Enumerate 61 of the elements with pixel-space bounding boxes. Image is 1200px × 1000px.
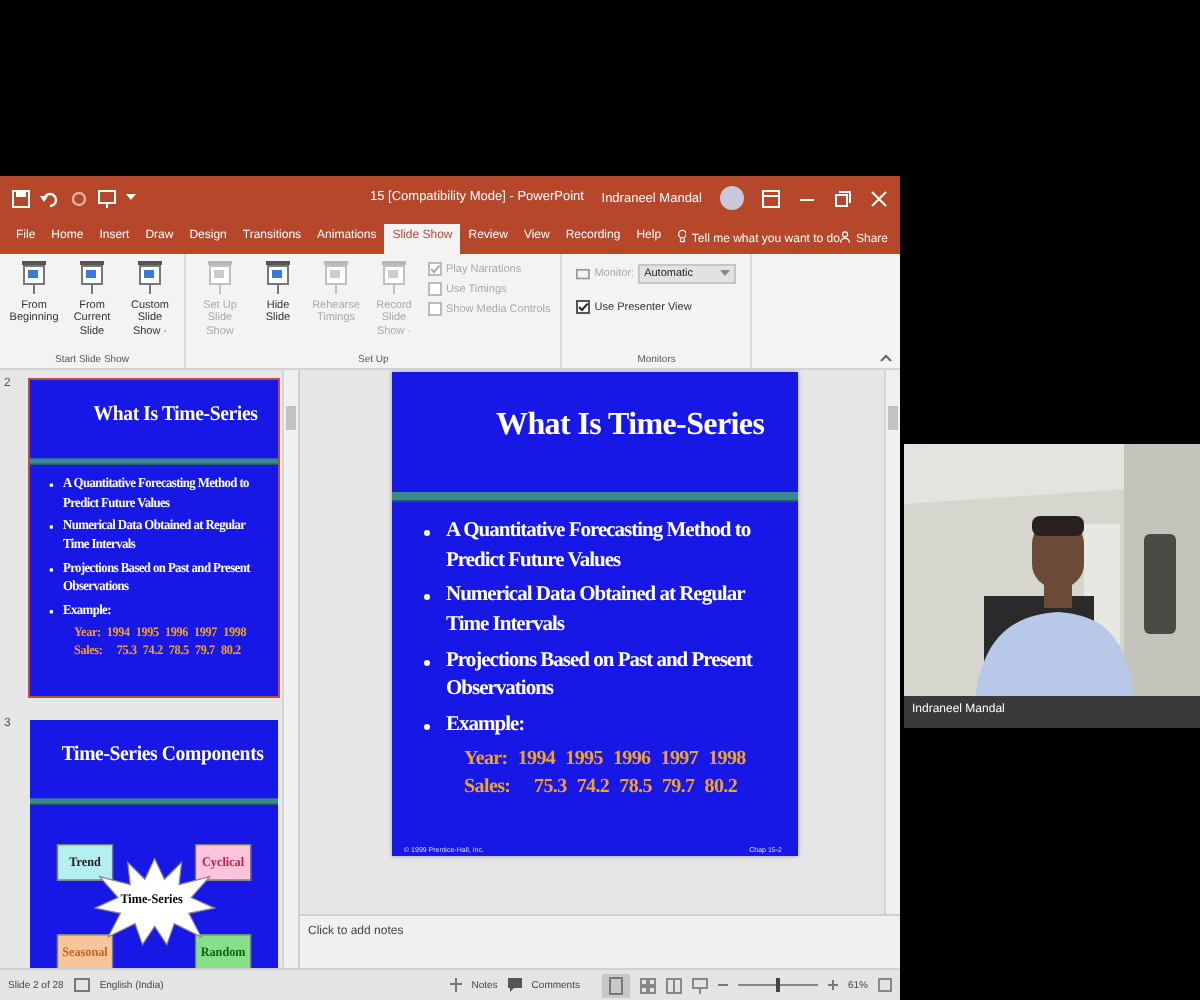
bullet-icon: [49, 567, 54, 572]
example-label: Year:: [464, 747, 508, 770]
screen-icon: [380, 260, 408, 296]
scrollbar[interactable]: [884, 370, 900, 914]
bullet-icon: [49, 483, 54, 488]
avatar-icon[interactable]: [720, 186, 744, 210]
screen-icon: [206, 260, 234, 296]
normal-view-icon[interactable]: [601, 973, 630, 997]
example-label: Sales:: [464, 775, 513, 798]
monitor-icon: [576, 267, 591, 281]
restore-icon[interactable]: [834, 189, 852, 207]
reading-view-icon[interactable]: [665, 977, 682, 993]
notes-icon[interactable]: [449, 978, 462, 992]
bullet-text: Example:: [446, 712, 525, 741]
example-value: 74.2: [576, 775, 610, 798]
zoom-slider[interactable]: [737, 978, 818, 992]
example-value: 1996: [612, 747, 651, 770]
person-icon[interactable]: [839, 228, 850, 246]
close-icon[interactable]: [870, 189, 888, 207]
screen-icon: [322, 260, 350, 296]
slideshow-icon[interactable]: [691, 977, 708, 993]
slide-title: Time-Series Components: [59, 741, 266, 770]
comment-icon[interactable]: [507, 978, 522, 992]
example-value: 78.5: [619, 775, 652, 798]
bullet-icon: [424, 530, 430, 536]
example-value: 1994: [517, 747, 556, 770]
example-value: 79.7: [661, 775, 695, 798]
screen-icon: [136, 260, 164, 296]
screen-icon[interactable]: [98, 189, 116, 207]
bullet-text: A Quantitative Forecasting Method to Predict Future Values: [446, 518, 753, 576]
bullet-icon: [424, 724, 430, 731]
example-value: 80.2: [704, 775, 738, 798]
bullet-icon: [424, 659, 430, 666]
undo-icon[interactable]: [40, 189, 60, 207]
zoom-slider-thumb[interactable]: [775, 978, 780, 992]
slide-title: What Is Time-Series: [91, 401, 260, 430]
fit-icon[interactable]: [878, 978, 892, 992]
zoom-in-icon[interactable]: [827, 980, 838, 990]
screen-icon: [78, 260, 106, 296]
example-value: 1998: [708, 747, 746, 770]
screen-icon: [20, 260, 48, 296]
bullet-text: Projections Based on Past and Present Observations: [446, 647, 755, 705]
scrollbar[interactable]: [282, 370, 298, 968]
bullet-text: Numerical Data Obtained at Regular Time Intervals: [446, 582, 747, 641]
save-icon[interactable]: [12, 189, 30, 207]
caret-icon: [720, 270, 731, 278]
slide-thumbnail[interactable]: [28, 378, 280, 698]
ribbon-display-icon[interactable]: [762, 189, 780, 207]
screen-icon: [264, 260, 292, 296]
slide-title: What Is Time-Series: [494, 406, 767, 446]
lightbulb-icon: [677, 226, 686, 246]
example-value: 1997: [660, 747, 699, 770]
bullet-icon: [424, 594, 430, 601]
caret-icon[interactable]: [126, 194, 136, 202]
example-value: 1995: [565, 747, 603, 770]
collapse-icon[interactable]: [880, 354, 892, 362]
example-value: 75.3: [534, 775, 567, 798]
zoom-out-icon[interactable]: [717, 980, 728, 990]
slide-sorter-icon[interactable]: [639, 977, 656, 993]
bullet-icon: [49, 525, 54, 530]
spelling-icon[interactable]: [73, 978, 90, 992]
